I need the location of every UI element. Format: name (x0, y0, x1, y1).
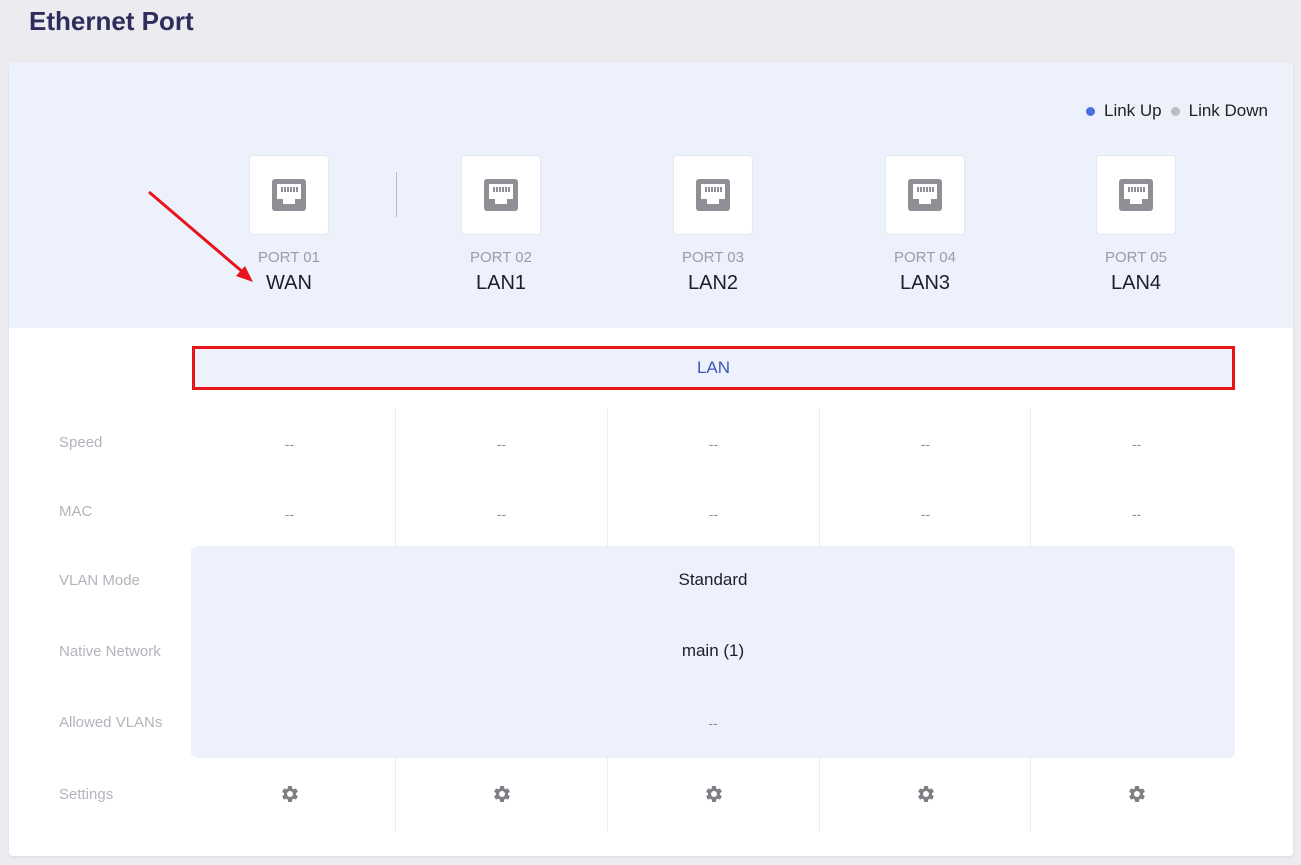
allowed-vlans-label: Allowed VLANs (59, 714, 163, 731)
speed-value: -- (496, 436, 507, 452)
legend-link-up-label: Link Up (1103, 101, 1162, 120)
port-settings-button[interactable] (396, 784, 607, 804)
port-settings-button[interactable] (820, 784, 1031, 804)
port-name: LAN1 (475, 272, 527, 294)
port-number: PORT 04 (894, 249, 956, 266)
port-number: PORT 03 (682, 249, 744, 266)
ethernet-port-icon[interactable] (461, 155, 541, 235)
link-down-dot-icon (1170, 106, 1180, 116)
mac-value: -- (284, 506, 295, 522)
gear-icon[interactable] (1127, 784, 1147, 804)
legend-link-up: Link Up (1085, 101, 1162, 121)
port-settings-button[interactable] (1031, 784, 1242, 804)
mac-value: -- (1131, 506, 1142, 522)
port-name: LAN2 (687, 272, 739, 294)
mac-value: -- (496, 506, 507, 522)
ethernet-port-icon[interactable] (885, 155, 965, 235)
wan-lan-separator (396, 172, 397, 217)
vlan-mode-value: Standard (678, 570, 748, 589)
gear-icon[interactable] (704, 784, 724, 804)
column-divider (395, 408, 396, 546)
page-title: Ethernet Port (29, 6, 194, 36)
speed-value: -- (284, 436, 295, 452)
native-network-value: main (1) (681, 641, 745, 660)
port-name: LAN4 (1110, 272, 1162, 294)
column-divider (607, 408, 608, 546)
port-lan3[interactable]: PORT 04 LAN3 (845, 155, 1005, 295)
port-settings-button[interactable] (184, 784, 395, 804)
ethernet-port-card: Link Up Link Down PORT 01 WAN PORT 02 LA… (9, 62, 1293, 856)
mac-label: MAC (59, 503, 93, 520)
legend-link-down: Link Down (1170, 101, 1268, 121)
link-legend: Link Up Link Down (1085, 101, 1268, 121)
speed-value: -- (920, 436, 931, 452)
native-network-label: Native Network (59, 643, 161, 660)
port-lan2[interactable]: PORT 03 LAN2 (633, 155, 793, 295)
mac-value: -- (920, 506, 931, 522)
lan-group-label: LAN (696, 358, 731, 377)
gear-icon[interactable] (492, 784, 512, 804)
gear-icon[interactable] (280, 784, 300, 804)
ethernet-port-icon[interactable] (1096, 155, 1176, 235)
mac-value: -- (708, 506, 719, 522)
port-number: PORT 02 (470, 249, 532, 266)
port-name: LAN3 (899, 272, 951, 294)
ethernet-port-icon[interactable] (673, 155, 753, 235)
allowed-vlans-value: -- (708, 715, 718, 731)
port-settings-button[interactable] (608, 784, 819, 804)
lan-group-header: LAN (192, 346, 1235, 390)
speed-value: -- (708, 436, 719, 452)
gear-icon[interactable] (916, 784, 936, 804)
column-divider (1030, 408, 1031, 546)
port-lan4[interactable]: PORT 05 LAN4 (1056, 155, 1216, 295)
speed-label: Speed (59, 434, 103, 451)
settings-label: Settings (59, 786, 114, 803)
vlan-mode-label: VLAN Mode (59, 572, 140, 589)
port-number: PORT 05 (1105, 249, 1167, 266)
port-lan1[interactable]: PORT 02 LAN1 (421, 155, 581, 295)
legend-link-down-label: Link Down (1188, 101, 1268, 120)
link-up-dot-icon (1085, 106, 1095, 116)
speed-value: -- (1131, 436, 1142, 452)
column-divider (819, 408, 820, 546)
annotation-arrow-icon (148, 190, 253, 282)
